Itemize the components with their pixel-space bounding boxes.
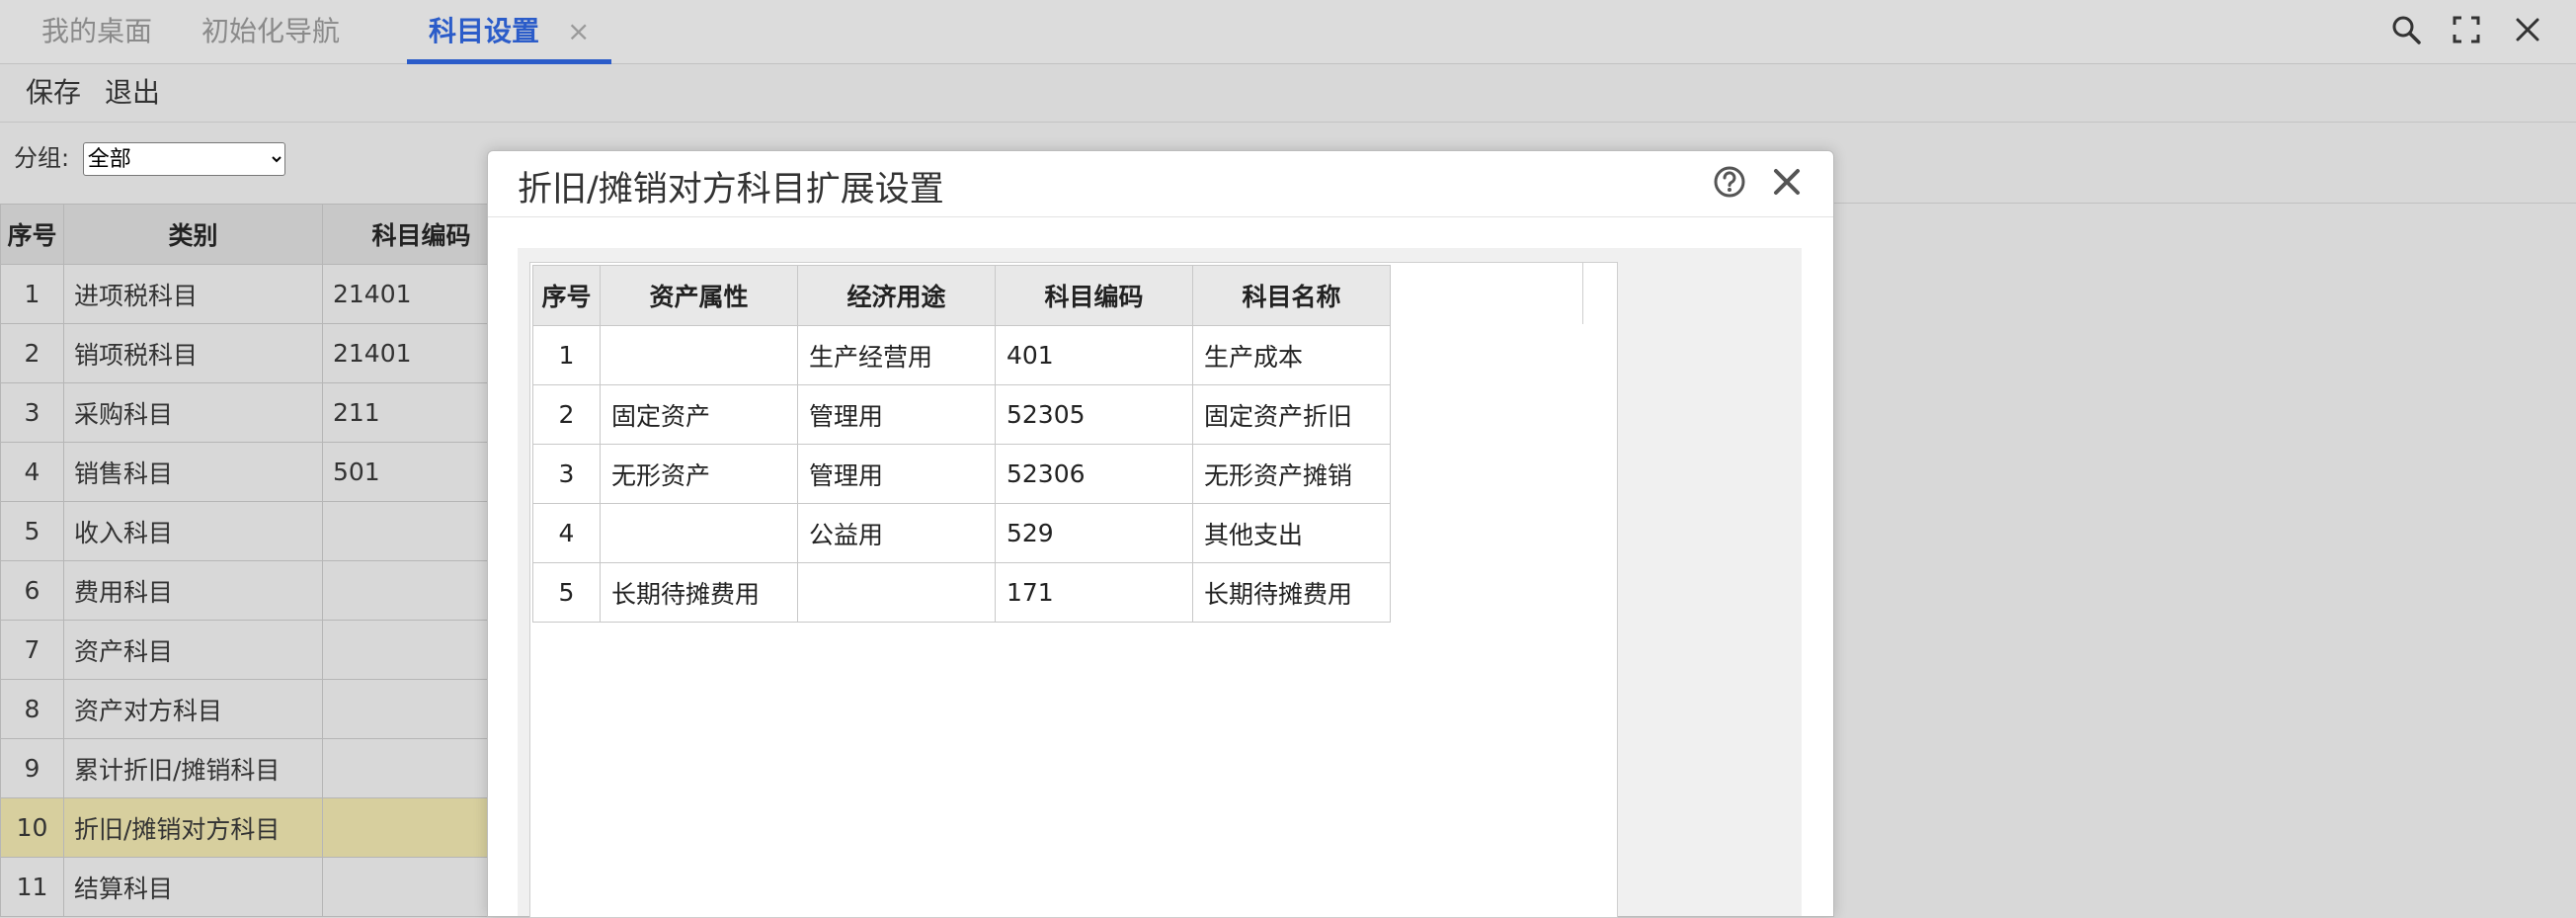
grid-header-asset-attr[interactable]: 资产属性 <box>600 265 798 326</box>
grid-cell-no[interactable]: 3 <box>532 444 601 504</box>
grid-cell-no[interactable]: 5 <box>532 562 601 623</box>
grid-cell-code[interactable]: 52306 <box>995 444 1193 504</box>
group-filter: 分组: 全部 <box>14 138 285 176</box>
grid-cell-asset-attr[interactable]: 无形资产 <box>600 444 798 504</box>
grid-cell-code[interactable]: 529 <box>995 503 1193 563</box>
grid-cell-name[interactable]: 无形资产摊销 <box>1192 444 1391 504</box>
cell-no: 2 <box>0 323 64 383</box>
cell-category: 费用科目 <box>63 560 323 621</box>
table-row[interactable]: 9 累计折旧/摊销科目 <box>0 738 521 798</box>
grid-header-no[interactable]: 序号 <box>532 265 601 326</box>
cell-category: 销售科目 <box>63 442 323 502</box>
search-icon[interactable] <box>2384 10 2428 49</box>
dialog-body: 序号 资产属性 经济用途 科目编码 科目名称 1 生产经营用 401 生产成本 2 固定资… <box>518 248 1802 918</box>
grid-cell-no[interactable]: 1 <box>532 325 601 385</box>
grid-cell-code[interactable]: 52305 <box>995 384 1193 445</box>
subject-category-table: 序号 类别 科目编码 1 进项税科目 21401 2 销项税科目 21401 3 采购科目 21… <box>0 204 521 917</box>
tab-bar: 我的桌面 初始化导航 科目设置 × <box>0 0 2576 64</box>
grid-cell-name[interactable]: 其他支出 <box>1192 503 1391 563</box>
table-row[interactable]: 3 采购科目 211 <box>0 382 521 443</box>
exit-button[interactable]: 退出 <box>105 64 160 122</box>
grid-cell-name[interactable]: 生产成本 <box>1192 325 1391 385</box>
grid-cell-name[interactable]: 长期待摊费用 <box>1192 562 1391 623</box>
grid-cell-usage[interactable]: 生产经营用 <box>797 325 996 385</box>
grid-cell-no[interactable]: 2 <box>532 384 601 445</box>
save-button[interactable]: 保存 <box>26 64 81 122</box>
table-row[interactable]: 1 进项税科目 21401 <box>0 264 521 324</box>
depreciation-offset-dialog: 折旧/摊销对方科目扩展设置 序号 资产属性 经济用途 科目编码 科目名称 1 生… <box>487 150 1834 918</box>
tab-subject-settings-label: 科目设置 <box>429 15 540 47</box>
dialog-title: 折旧/摊销对方科目扩展设置 <box>518 170 944 209</box>
grid-header-code[interactable]: 科目编码 <box>995 265 1193 326</box>
col-header-category[interactable]: 类别 <box>63 204 323 265</box>
grid-cell-usage[interactable]: 管理用 <box>797 384 996 445</box>
grid-row[interactable]: 5 长期待摊费用 171 长期待摊费用 <box>532 562 1391 623</box>
grid-cell-usage[interactable] <box>797 562 996 623</box>
cell-no: 9 <box>0 738 64 798</box>
cell-category: 收入科目 <box>63 501 323 561</box>
grid-cell-usage[interactable]: 公益用 <box>797 503 996 563</box>
group-select[interactable]: 全部 <box>82 142 285 176</box>
cell-category: 销项税科目 <box>63 323 323 383</box>
grid-cell-usage[interactable]: 管理用 <box>797 444 996 504</box>
grid-cell-code[interactable]: 171 <box>995 562 1193 623</box>
table-row[interactable]: 10 折旧/摊销对方科目 <box>0 797 521 858</box>
help-icon[interactable] <box>1713 165 1746 199</box>
toolbar: 保存 退出 <box>0 64 2576 123</box>
grid-row[interactable]: 1 生产经营用 401 生产成本 <box>532 325 1391 385</box>
table-row[interactable]: 11 结算科目 <box>0 857 521 917</box>
cell-category: 进项税科目 <box>63 264 323 324</box>
cell-category: 折旧/摊销对方科目 <box>63 797 323 858</box>
tab-subject-settings[interactable]: 科目设置 × <box>407 0 612 64</box>
grid-cell-name[interactable]: 固定资产折旧 <box>1192 384 1391 445</box>
tab-init-navigation[interactable]: 初始化导航 <box>180 0 362 59</box>
tab-close-icon[interactable]: × <box>567 15 590 47</box>
table-row[interactable]: 5 收入科目 <box>0 501 521 561</box>
group-filter-label: 分组: <box>14 144 70 172</box>
cell-no: 3 <box>0 382 64 443</box>
grid-cell-no[interactable]: 4 <box>532 503 601 563</box>
cell-no: 8 <box>0 679 64 739</box>
table-row[interactable]: 4 销售科目 501 <box>0 442 521 502</box>
cell-category: 采购科目 <box>63 382 323 443</box>
grid-cell-asset-attr[interactable] <box>600 503 798 563</box>
cell-no: 7 <box>0 620 64 680</box>
table-row[interactable]: 6 费用科目 <box>0 560 521 621</box>
extension-grid-panel: 序号 资产属性 经济用途 科目编码 科目名称 1 生产经营用 401 生产成本 2 固定资… <box>529 262 1618 918</box>
dialog-header: 折旧/摊销对方科目扩展设置 <box>488 151 1833 217</box>
close-window-icon[interactable] <box>2506 10 2549 49</box>
grid-cell-code[interactable]: 401 <box>995 325 1193 385</box>
cell-no: 5 <box>0 501 64 561</box>
cell-category: 资产科目 <box>63 620 323 680</box>
grid-cell-asset-attr[interactable]: 固定资产 <box>600 384 798 445</box>
fullscreen-icon[interactable] <box>2445 10 2488 49</box>
grid-row[interactable]: 4 公益用 529 其他支出 <box>532 503 1391 563</box>
grid-row[interactable]: 2 固定资产 管理用 52305 固定资产折旧 <box>532 384 1391 445</box>
grid-cell-asset-attr[interactable]: 长期待摊费用 <box>600 562 798 623</box>
tab-my-desktop[interactable]: 我的桌面 <box>20 0 174 59</box>
table-row[interactable]: 2 销项税科目 21401 <box>0 323 521 383</box>
cell-category: 结算科目 <box>63 857 323 917</box>
table-row[interactable]: 8 资产对方科目 <box>0 679 521 739</box>
grid-scrollbar[interactable] <box>1582 263 1583 324</box>
grid-header-name[interactable]: 科目名称 <box>1192 265 1391 326</box>
grid-header-usage[interactable]: 经济用途 <box>797 265 996 326</box>
cell-no: 4 <box>0 442 64 502</box>
col-header-no[interactable]: 序号 <box>0 204 64 265</box>
cell-no: 11 <box>0 857 64 917</box>
cell-no: 10 <box>0 797 64 858</box>
cell-category: 累计折旧/摊销科目 <box>63 738 323 798</box>
table-row[interactable]: 7 资产科目 <box>0 620 521 680</box>
grid-cell-asset-attr[interactable] <box>600 325 798 385</box>
grid-row[interactable]: 3 无形资产 管理用 52306 无形资产摊销 <box>532 444 1391 504</box>
cell-no: 1 <box>0 264 64 324</box>
close-dialog-icon[interactable] <box>1768 163 1806 201</box>
extension-table: 序号 资产属性 经济用途 科目编码 科目名称 1 生产经营用 401 生产成本 2 固定资… <box>532 265 1391 623</box>
cell-no: 6 <box>0 560 64 621</box>
cell-category: 资产对方科目 <box>63 679 323 739</box>
